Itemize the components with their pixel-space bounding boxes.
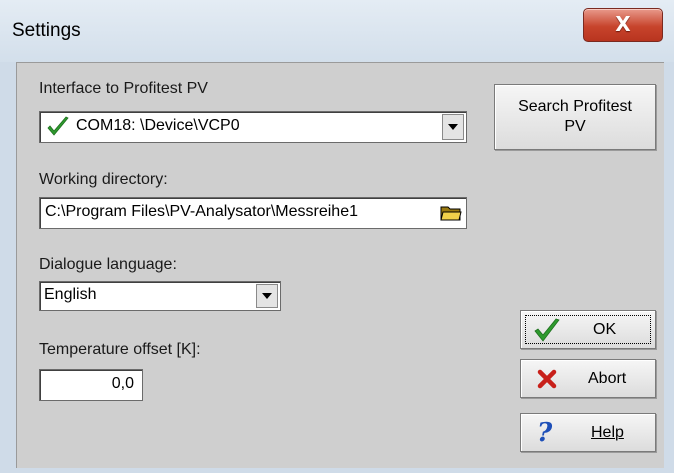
working-directory-label: Working directory:	[39, 171, 168, 188]
interface-value: COM18: \Device\VCP0	[76, 117, 240, 134]
interface-dropdown-arrow[interactable]	[442, 114, 464, 140]
help-button[interactable]: ? Help	[520, 413, 656, 452]
temperature-offset-label: Temperature offset [K]:	[39, 341, 201, 358]
chevron-down-icon	[262, 293, 272, 299]
search-button-label-line1: Search Profitest	[518, 98, 632, 115]
ok-button[interactable]: OK	[520, 310, 656, 349]
red-cross-icon	[537, 369, 557, 389]
temperature-offset-value: 0,0	[111, 375, 134, 392]
ok-button-label: OK	[593, 321, 617, 338]
interface-select[interactable]: COM18: \Device\VCP0	[39, 111, 467, 143]
close-icon: X	[615, 12, 631, 36]
temperature-offset-input[interactable]: 0,0	[39, 369, 143, 401]
search-profitest-button[interactable]: Search Profitest PV	[494, 84, 656, 150]
window-title: Settings	[12, 20, 81, 41]
language-dropdown-arrow[interactable]	[256, 284, 278, 308]
dialog-client-area: Interface to Profitest PV COM18: \Device…	[16, 62, 664, 468]
abort-button[interactable]: Abort	[520, 359, 656, 398]
dialogue-language-select[interactable]: English	[39, 281, 281, 311]
abort-button-label: Abort	[588, 370, 627, 387]
green-checkmark-icon	[533, 317, 561, 343]
help-button-label: Help	[591, 424, 624, 441]
green-checkmark-icon	[46, 115, 70, 139]
working-directory-field[interactable]: C:\Program Files\PV-Analysator\Messreihe…	[39, 197, 467, 229]
working-directory-value: C:\Program Files\PV-Analysator\Messreihe…	[45, 203, 358, 220]
search-button-label-line2: PV	[564, 118, 586, 135]
question-mark-icon: ?	[537, 418, 553, 448]
dialogue-language-value: English	[44, 286, 97, 303]
close-button[interactable]: X	[583, 8, 663, 42]
chevron-down-icon	[448, 124, 458, 130]
interface-label: Interface to Profitest PV	[39, 80, 208, 97]
settings-window: Settings X Interface to Profitest PV COM…	[0, 0, 674, 473]
dialogue-language-label: Dialogue language:	[39, 256, 177, 273]
folder-icon[interactable]	[440, 203, 462, 223]
title-bar: Settings X	[0, 0, 674, 62]
